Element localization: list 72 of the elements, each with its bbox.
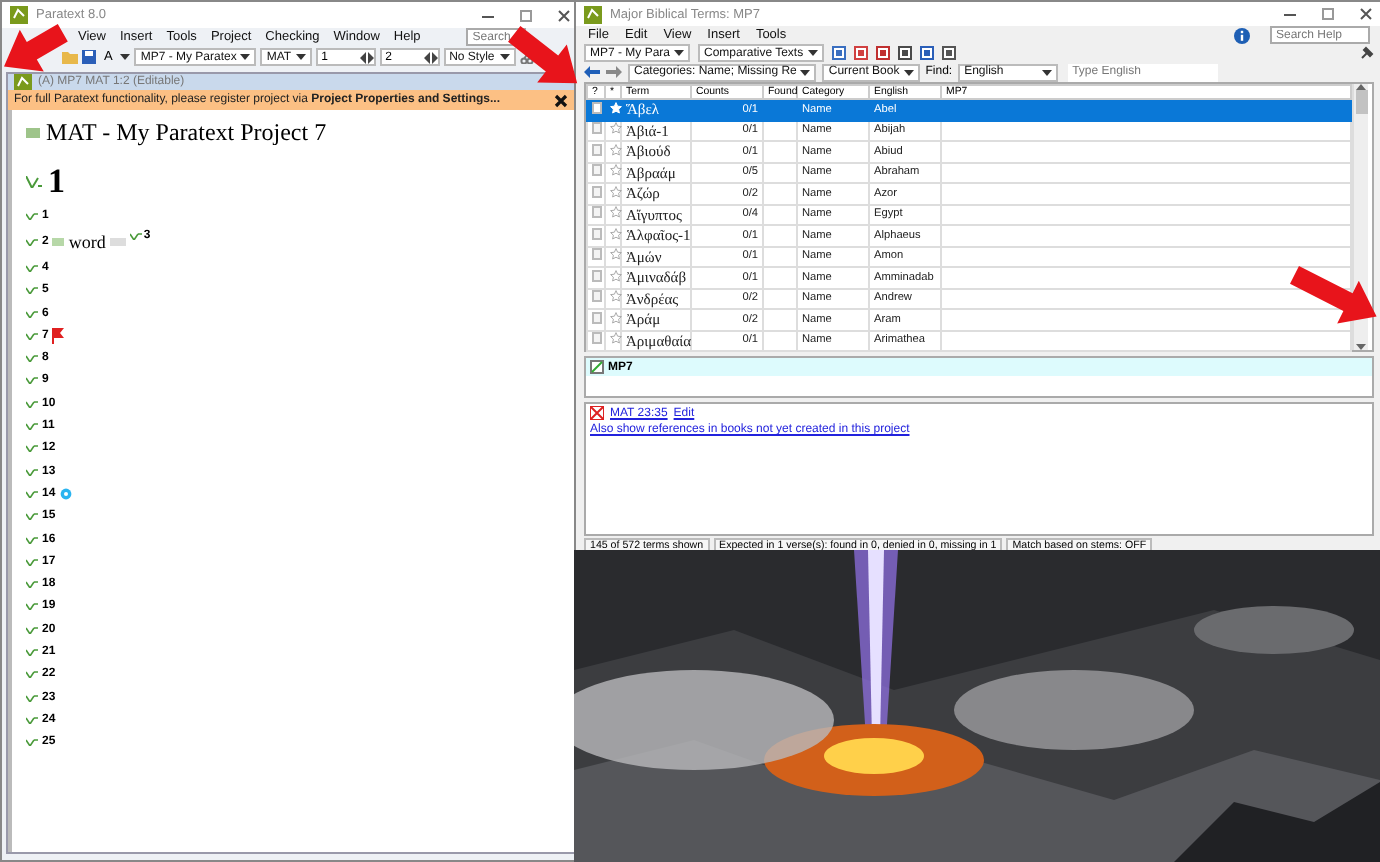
marker-icon (26, 670, 38, 679)
caret-icon (674, 50, 685, 56)
marker-icon (26, 580, 38, 589)
marker-icon (26, 211, 38, 220)
back-icon[interactable] (584, 66, 600, 78)
star-icon (610, 185, 622, 198)
marker-icon (26, 176, 42, 188)
close-icon[interactable] (1358, 6, 1374, 22)
marker-icon (26, 127, 40, 137)
marker-icon (26, 399, 38, 408)
marker-icon (26, 444, 38, 453)
arrow-icon (4, 23, 68, 72)
marker-icon (26, 602, 38, 611)
star-icon (610, 311, 622, 324)
caret-icon (807, 50, 818, 56)
star-icon (610, 143, 622, 156)
forward-icon[interactable] (606, 66, 622, 78)
star-icon (610, 290, 622, 303)
book-heading: MAT - My Paratext Project 7 (46, 117, 327, 147)
spin-arrows-icon (423, 51, 438, 63)
maximize-icon[interactable] (518, 7, 534, 23)
close-icon[interactable] (554, 93, 568, 107)
scroll-thumb[interactable] (1355, 90, 1367, 114)
caret-icon (1042, 69, 1053, 75)
caret-icon (903, 69, 914, 75)
marker-icon (26, 422, 38, 431)
star-icon (610, 164, 622, 177)
marker-icon (52, 237, 65, 246)
marker-icon (129, 231, 142, 240)
deny-icon[interactable] (590, 406, 604, 420)
marker-icon (26, 738, 38, 747)
marker-icon (26, 647, 38, 656)
star-icon (610, 269, 622, 282)
star-icon (610, 227, 622, 240)
marker-icon (26, 354, 38, 363)
caret-icon (295, 54, 306, 60)
flag-icon[interactable] (52, 327, 65, 344)
caret-icon (800, 69, 811, 75)
marker-icon (26, 376, 38, 385)
save-icon[interactable] (82, 50, 96, 64)
caret-icon (120, 54, 131, 60)
scroll-down-icon[interactable] (1356, 344, 1366, 350)
marker-icon (26, 489, 38, 498)
maximize-icon[interactable] (1320, 6, 1336, 22)
marker-icon (26, 693, 38, 702)
star-icon (610, 122, 622, 135)
marker-icon (26, 263, 38, 272)
caret-icon (240, 54, 251, 60)
close-icon[interactable] (556, 7, 572, 23)
caret-icon (499, 54, 510, 60)
marker-icon (26, 331, 38, 340)
marker-icon (26, 467, 38, 476)
star-icon (610, 248, 622, 261)
star-icon (610, 332, 622, 345)
marker-icon (26, 535, 38, 543)
marker-icon (26, 237, 38, 246)
edit-icon[interactable] (590, 360, 604, 374)
help-icon[interactable] (1234, 27, 1250, 43)
arrow-icon (508, 26, 579, 85)
marker-icon (26, 512, 38, 521)
star-icon (610, 101, 622, 114)
arrow-icon (1289, 265, 1378, 324)
star-icon (610, 206, 622, 219)
marker-icon (26, 286, 38, 295)
marker-icon (26, 309, 38, 318)
chapter-number: 1 (48, 162, 65, 202)
verse-text: word (68, 231, 106, 252)
marker-icon (109, 237, 126, 246)
marker-icon (26, 557, 38, 566)
spin-arrows-icon (359, 51, 374, 63)
marker-icon (26, 625, 38, 634)
marker-icon (26, 715, 38, 724)
